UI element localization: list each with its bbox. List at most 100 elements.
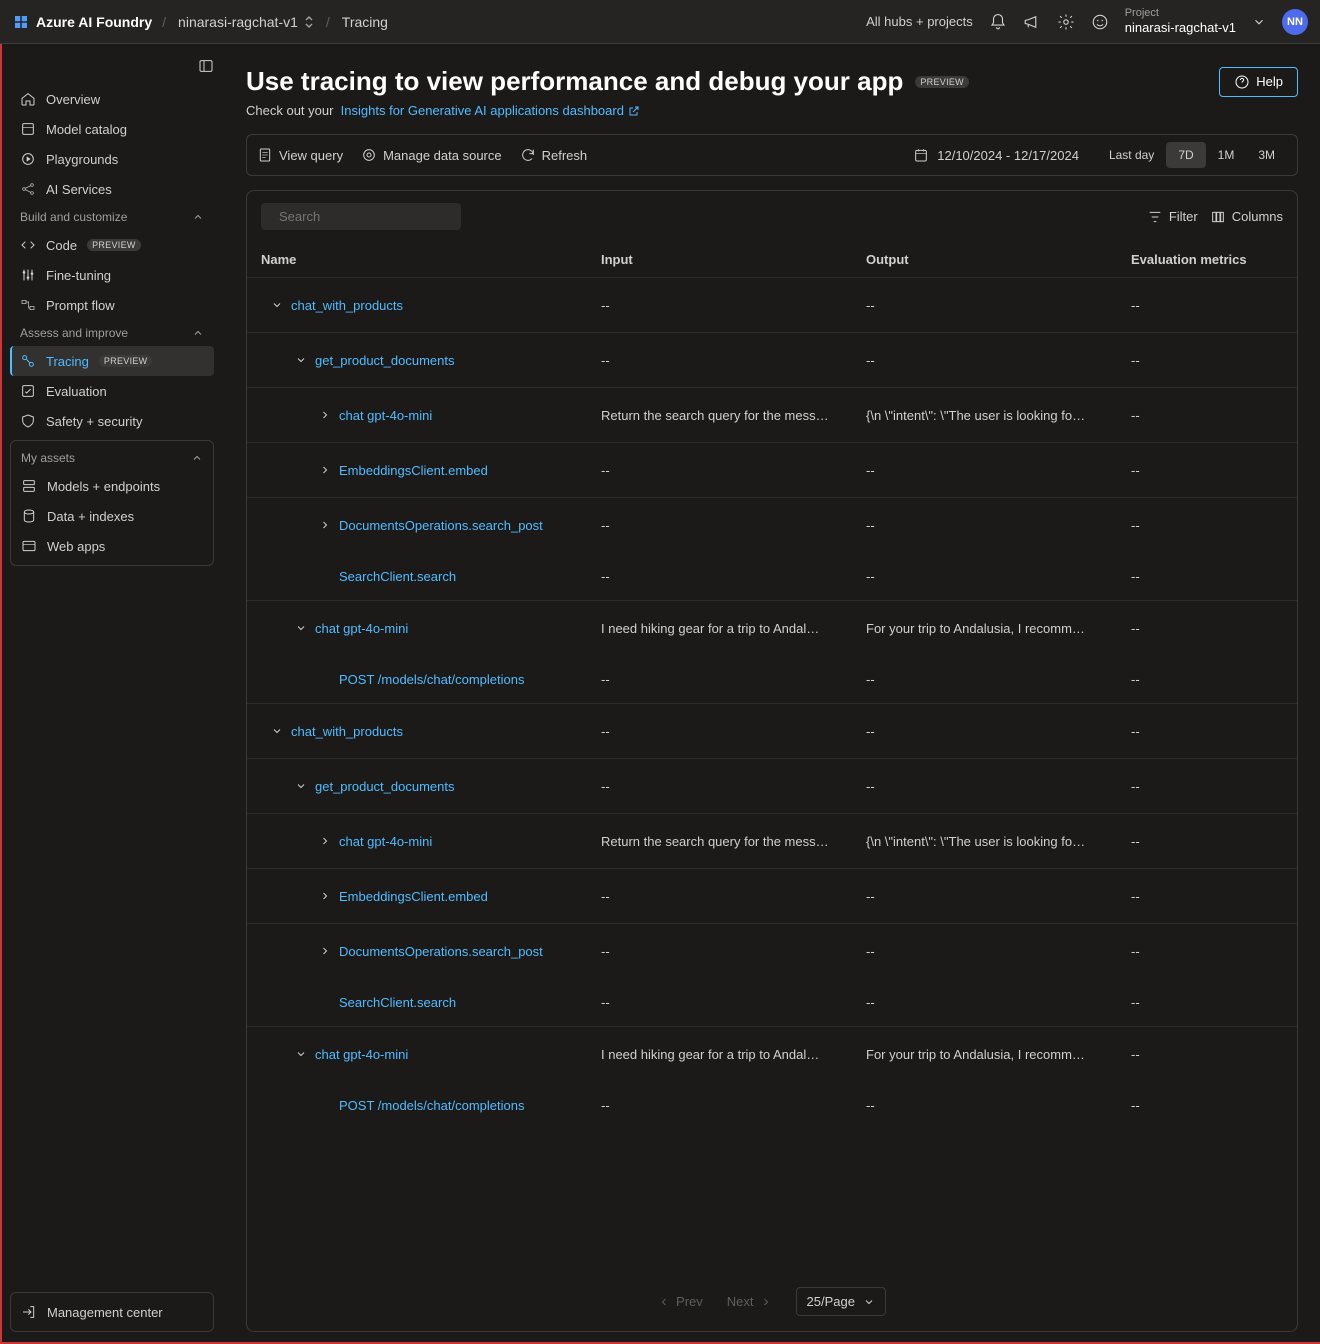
search-input[interactable] <box>279 209 455 224</box>
name-cell: get_product_documents <box>261 779 601 794</box>
span-link[interactable]: EmbeddingsClient.embed <box>339 463 488 478</box>
chevron-right-icon[interactable] <box>319 464 331 476</box>
col-input[interactable]: Input <box>601 252 866 267</box>
brand-logo[interactable]: Azure AI Foundry <box>12 13 152 31</box>
span-link[interactable]: get_product_documents <box>315 779 454 794</box>
chevron-down-icon[interactable] <box>295 1048 307 1060</box>
span-link[interactable]: EmbeddingsClient.embed <box>339 889 488 904</box>
span-link[interactable]: DocumentsOperations.search_post <box>339 518 543 533</box>
sidebar-item-evaluation[interactable]: Evaluation <box>10 376 214 406</box>
chevron-right-icon[interactable] <box>319 519 331 531</box>
table-row[interactable]: chat gpt-4o-mini Return the search query… <box>247 387 1297 442</box>
sidebar-item-data-indexes[interactable]: Data + indexes <box>11 501 213 531</box>
table-row[interactable]: chat_with_products -- -- -- <box>247 703 1297 758</box>
table-row[interactable]: chat gpt-4o-mini I need hiking gear for … <box>247 600 1297 655</box>
sidebar-section-assess[interactable]: Assess and improve <box>10 320 214 346</box>
table-row[interactable]: EmbeddingsClient.embed -- -- -- <box>247 442 1297 497</box>
collapse-sidebar-icon[interactable] <box>198 58 214 74</box>
chevron-down-icon <box>863 1296 875 1308</box>
table-row[interactable]: DocumentsOperations.search_post -- -- -- <box>247 497 1297 552</box>
table-row[interactable]: EmbeddingsClient.embed -- -- -- <box>247 868 1297 923</box>
span-link[interactable]: get_product_documents <box>315 353 454 368</box>
span-link[interactable]: chat gpt-4o-mini <box>315 621 408 636</box>
sidebar-item-ai-services[interactable]: AI Services <box>10 174 214 204</box>
range-last-day[interactable]: Last day <box>1097 142 1166 168</box>
sidebar-item-playgrounds[interactable]: Playgrounds <box>10 144 214 174</box>
sidebar-item-overview[interactable]: Overview <box>10 84 214 114</box>
col-name[interactable]: Name <box>261 252 601 267</box>
bell-icon[interactable] <box>989 13 1007 31</box>
table-row[interactable]: chat gpt-4o-mini Return the search query… <box>247 813 1297 868</box>
span-link[interactable]: chat_with_products <box>291 298 403 313</box>
output-cell: -- <box>866 298 1131 313</box>
table-row[interactable]: SearchClient.search -- -- -- <box>247 978 1297 1026</box>
sidebar-item-code[interactable]: Code PREVIEW <box>10 230 214 260</box>
gear-icon[interactable] <box>1057 13 1075 31</box>
table-row[interactable]: DocumentsOperations.search_post -- -- -- <box>247 923 1297 978</box>
project-selector[interactable]: Project ninarasi-ragchat-v1 <box>1125 7 1236 36</box>
span-link[interactable]: SearchClient.search <box>339 569 456 584</box>
sidebar-section-assets[interactable]: My assets <box>11 445 213 471</box>
chevron-down-icon[interactable] <box>1252 15 1266 29</box>
col-eval[interactable]: Evaluation metrics <box>1131 252 1283 267</box>
col-output[interactable]: Output <box>866 252 1131 267</box>
chevron-right-icon[interactable] <box>319 945 331 957</box>
breadcrumb-project[interactable]: ninarasi-ragchat-v1 <box>178 14 314 30</box>
range-7d[interactable]: 7D <box>1166 142 1205 168</box>
all-hubs-link[interactable]: All hubs + projects <box>866 14 973 29</box>
output-cell: -- <box>866 463 1131 478</box>
span-link[interactable]: chat gpt-4o-mini <box>339 834 432 849</box>
chevron-down-icon[interactable] <box>295 622 307 634</box>
help-button[interactable]: Help <box>1219 67 1298 97</box>
chevron-right-icon[interactable] <box>319 409 331 421</box>
view-query-button[interactable]: View query <box>257 147 343 163</box>
megaphone-icon[interactable] <box>1023 13 1041 31</box>
date-range[interactable]: 12/10/2024 - 12/17/2024 <box>913 147 1079 163</box>
table-row[interactable]: SearchClient.search -- -- -- <box>247 552 1297 600</box>
sidebar-item-models-endpoints[interactable]: Models + endpoints <box>11 471 213 501</box>
sidebar-item-web-apps[interactable]: Web apps <box>11 531 213 561</box>
breadcrumb-page[interactable]: Tracing <box>342 14 388 30</box>
next-button[interactable]: Next <box>727 1294 772 1309</box>
span-link[interactable]: POST /models/chat/completions <box>339 672 524 687</box>
table-row[interactable]: get_product_documents -- -- -- <box>247 758 1297 813</box>
sidebar-item-fine-tuning[interactable]: Fine-tuning <box>10 260 214 290</box>
span-link[interactable]: DocumentsOperations.search_post <box>339 944 543 959</box>
smile-icon[interactable] <box>1091 13 1109 31</box>
chevron-down-icon[interactable] <box>295 354 307 366</box>
span-link[interactable]: SearchClient.search <box>339 995 456 1010</box>
table-row[interactable]: chat_with_products -- -- -- <box>247 277 1297 332</box>
manage-data-source-button[interactable]: Manage data source <box>361 147 502 163</box>
sidebar-section-build[interactable]: Build and customize <box>10 204 214 230</box>
table-row[interactable]: POST /models/chat/completions -- -- -- <box>247 1081 1297 1129</box>
page-title: Use tracing to view performance and debu… <box>246 66 903 97</box>
chevron-right-icon[interactable] <box>319 835 331 847</box>
sidebar-item-prompt-flow[interactable]: Prompt flow <box>10 290 214 320</box>
chevron-down-icon[interactable] <box>271 299 283 311</box>
table-row[interactable]: chat gpt-4o-mini I need hiking gear for … <box>247 1026 1297 1081</box>
chevron-down-icon[interactable] <box>295 780 307 792</box>
sidebar-item-management-center[interactable]: Management center <box>11 1297 213 1327</box>
filter-button[interactable]: Filter <box>1147 209 1198 225</box>
prev-button[interactable]: Prev <box>658 1294 703 1309</box>
page-size-select[interactable]: 25/Page <box>796 1287 886 1316</box>
span-link[interactable]: POST /models/chat/completions <box>339 1098 524 1113</box>
table-row[interactable]: get_product_documents -- -- -- <box>247 332 1297 387</box>
table-row[interactable]: POST /models/chat/completions -- -- -- <box>247 655 1297 703</box>
range-3m[interactable]: 3M <box>1246 142 1287 168</box>
chevron-down-icon[interactable] <box>271 725 283 737</box>
range-1m[interactable]: 1M <box>1206 142 1247 168</box>
columns-button[interactable]: Columns <box>1210 209 1283 225</box>
span-link[interactable]: chat_with_products <box>291 724 403 739</box>
span-link[interactable]: chat gpt-4o-mini <box>339 408 432 423</box>
insights-link[interactable]: Insights for Generative AI applications … <box>341 103 640 118</box>
avatar[interactable]: NN <box>1282 9 1308 35</box>
sidebar-item-label: AI Services <box>46 182 112 197</box>
search-box[interactable] <box>261 203 461 230</box>
refresh-button[interactable]: Refresh <box>520 147 588 163</box>
sidebar-item-tracing[interactable]: Tracing PREVIEW <box>10 346 214 376</box>
sidebar-item-model-catalog[interactable]: Model catalog <box>10 114 214 144</box>
span-link[interactable]: chat gpt-4o-mini <box>315 1047 408 1062</box>
sidebar-item-safety-security[interactable]: Safety + security <box>10 406 214 436</box>
chevron-right-icon[interactable] <box>319 890 331 902</box>
